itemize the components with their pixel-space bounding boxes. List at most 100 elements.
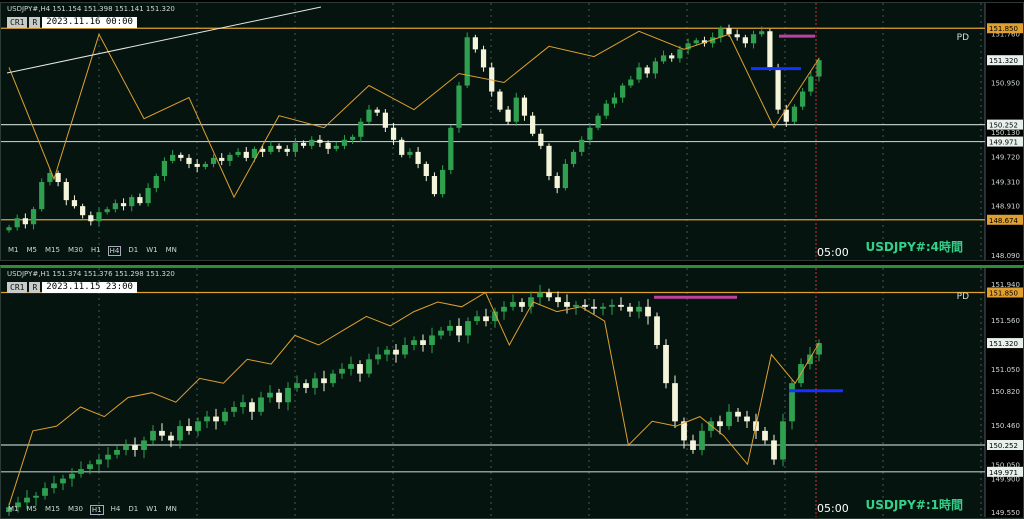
candle	[627, 306, 633, 312]
timeframe-h1[interactable]: H1	[89, 505, 104, 515]
chart-tag: USDJPY#:4時間	[865, 240, 963, 254]
candle	[317, 139, 323, 143]
candle	[330, 373, 336, 384]
cr1-button[interactable]: CR1	[7, 17, 28, 28]
cr1-button[interactable]: CR1	[7, 282, 28, 293]
timeframe-m15[interactable]: M15	[44, 246, 61, 256]
level-label: 149.971	[989, 469, 1018, 477]
timeframe-h1[interactable]: H1	[90, 246, 102, 256]
candle	[456, 85, 462, 128]
candle	[726, 28, 732, 35]
candle	[276, 392, 282, 403]
timeframe-h4[interactable]: H4	[110, 505, 122, 515]
candle	[51, 483, 57, 489]
timeframe-m5[interactable]: M5	[26, 246, 39, 256]
candle	[480, 49, 487, 68]
timeframe-w1[interactable]: W1	[145, 246, 158, 256]
crosshair-date: 2023.11.16 00:00	[42, 17, 137, 28]
candle	[333, 145, 339, 149]
timeframe-m1[interactable]: M1	[7, 505, 20, 515]
y-tick-label: 150.820	[991, 388, 1020, 396]
candle	[448, 127, 454, 170]
candle	[339, 368, 345, 374]
timeframe-d1[interactable]: D1	[127, 246, 139, 256]
y-tick-label: 149.310	[991, 178, 1020, 186]
candle	[562, 163, 568, 189]
time-label: 05:00	[817, 246, 849, 259]
candle	[312, 378, 318, 388]
zigzag-line	[8, 30, 820, 199]
candle	[431, 175, 438, 195]
timeframe-m1[interactable]: M1	[7, 246, 20, 256]
candle	[350, 136, 356, 140]
candle	[194, 163, 200, 167]
candle	[483, 316, 489, 322]
timeframe-m15[interactable]: M15	[44, 505, 61, 515]
timeframe-w1[interactable]: W1	[145, 505, 158, 515]
candle	[415, 151, 421, 164]
h1-symbol-info: USDJPY#,H1 151.374 151.376 151.298 151.3…	[7, 270, 175, 278]
timeframe-m30[interactable]: M30	[67, 505, 84, 515]
candle	[744, 416, 750, 422]
candle	[112, 203, 118, 210]
candle	[168, 435, 174, 441]
candle	[292, 142, 298, 152]
candle	[582, 304, 588, 307]
candle	[145, 188, 151, 204]
candle	[440, 169, 446, 195]
candle	[767, 31, 773, 68]
candle	[366, 359, 372, 374]
candle	[249, 402, 255, 412]
candle	[693, 40, 699, 44]
timeframe-m30[interactable]: M30	[67, 246, 84, 256]
timeframe-d1[interactable]: D1	[127, 505, 139, 515]
candle	[407, 151, 413, 155]
candle	[735, 411, 741, 417]
candle	[546, 145, 552, 176]
candle	[325, 142, 331, 149]
candle	[636, 67, 642, 80]
candle	[69, 473, 75, 479]
candle	[141, 440, 147, 450]
candle	[161, 160, 168, 176]
zigzag-line	[8, 291, 820, 506]
timeframe-h4[interactable]: H4	[107, 246, 122, 256]
candle	[268, 145, 274, 152]
candle	[33, 495, 39, 498]
candle	[402, 344, 408, 355]
candle	[816, 60, 822, 77]
candle	[628, 79, 634, 86]
candle	[717, 421, 723, 427]
candle	[177, 426, 183, 441]
y-tick-label: 151.050	[991, 366, 1020, 374]
candle	[213, 416, 219, 422]
candle	[513, 97, 519, 122]
candle	[573, 304, 579, 307]
candle	[186, 426, 192, 431]
candle	[210, 157, 217, 164]
candle	[603, 103, 609, 116]
candle	[227, 154, 233, 161]
candle	[285, 387, 291, 403]
timeframe-mn[interactable]: MN	[165, 246, 178, 256]
candle	[474, 316, 480, 322]
r-button[interactable]: R	[29, 282, 41, 293]
candle	[510, 302, 516, 307]
candle	[789, 383, 795, 422]
candle	[366, 109, 372, 122]
r-button[interactable]: R	[29, 17, 41, 28]
h4-chart-panel[interactable]: 151.760151.320150.950150.130149.720149.3…	[0, 2, 1024, 261]
h1-chart-svg: 151.940151.560151.050150.820150.460150.0…	[1, 268, 1023, 517]
candle	[399, 139, 405, 155]
candle	[258, 397, 264, 412]
timeframe-m5[interactable]: M5	[26, 505, 39, 515]
candle	[374, 109, 380, 113]
candle	[357, 364, 363, 374]
candle	[178, 154, 184, 158]
candle	[71, 200, 78, 207]
candle	[60, 478, 66, 484]
timeframe-mn[interactable]: MN	[165, 505, 178, 515]
h1-chart-panel[interactable]: 151.940 151.560 151.050 150.820 150.460 150.0…	[0, 265, 1024, 519]
candle	[96, 212, 102, 222]
candle	[80, 206, 86, 216]
